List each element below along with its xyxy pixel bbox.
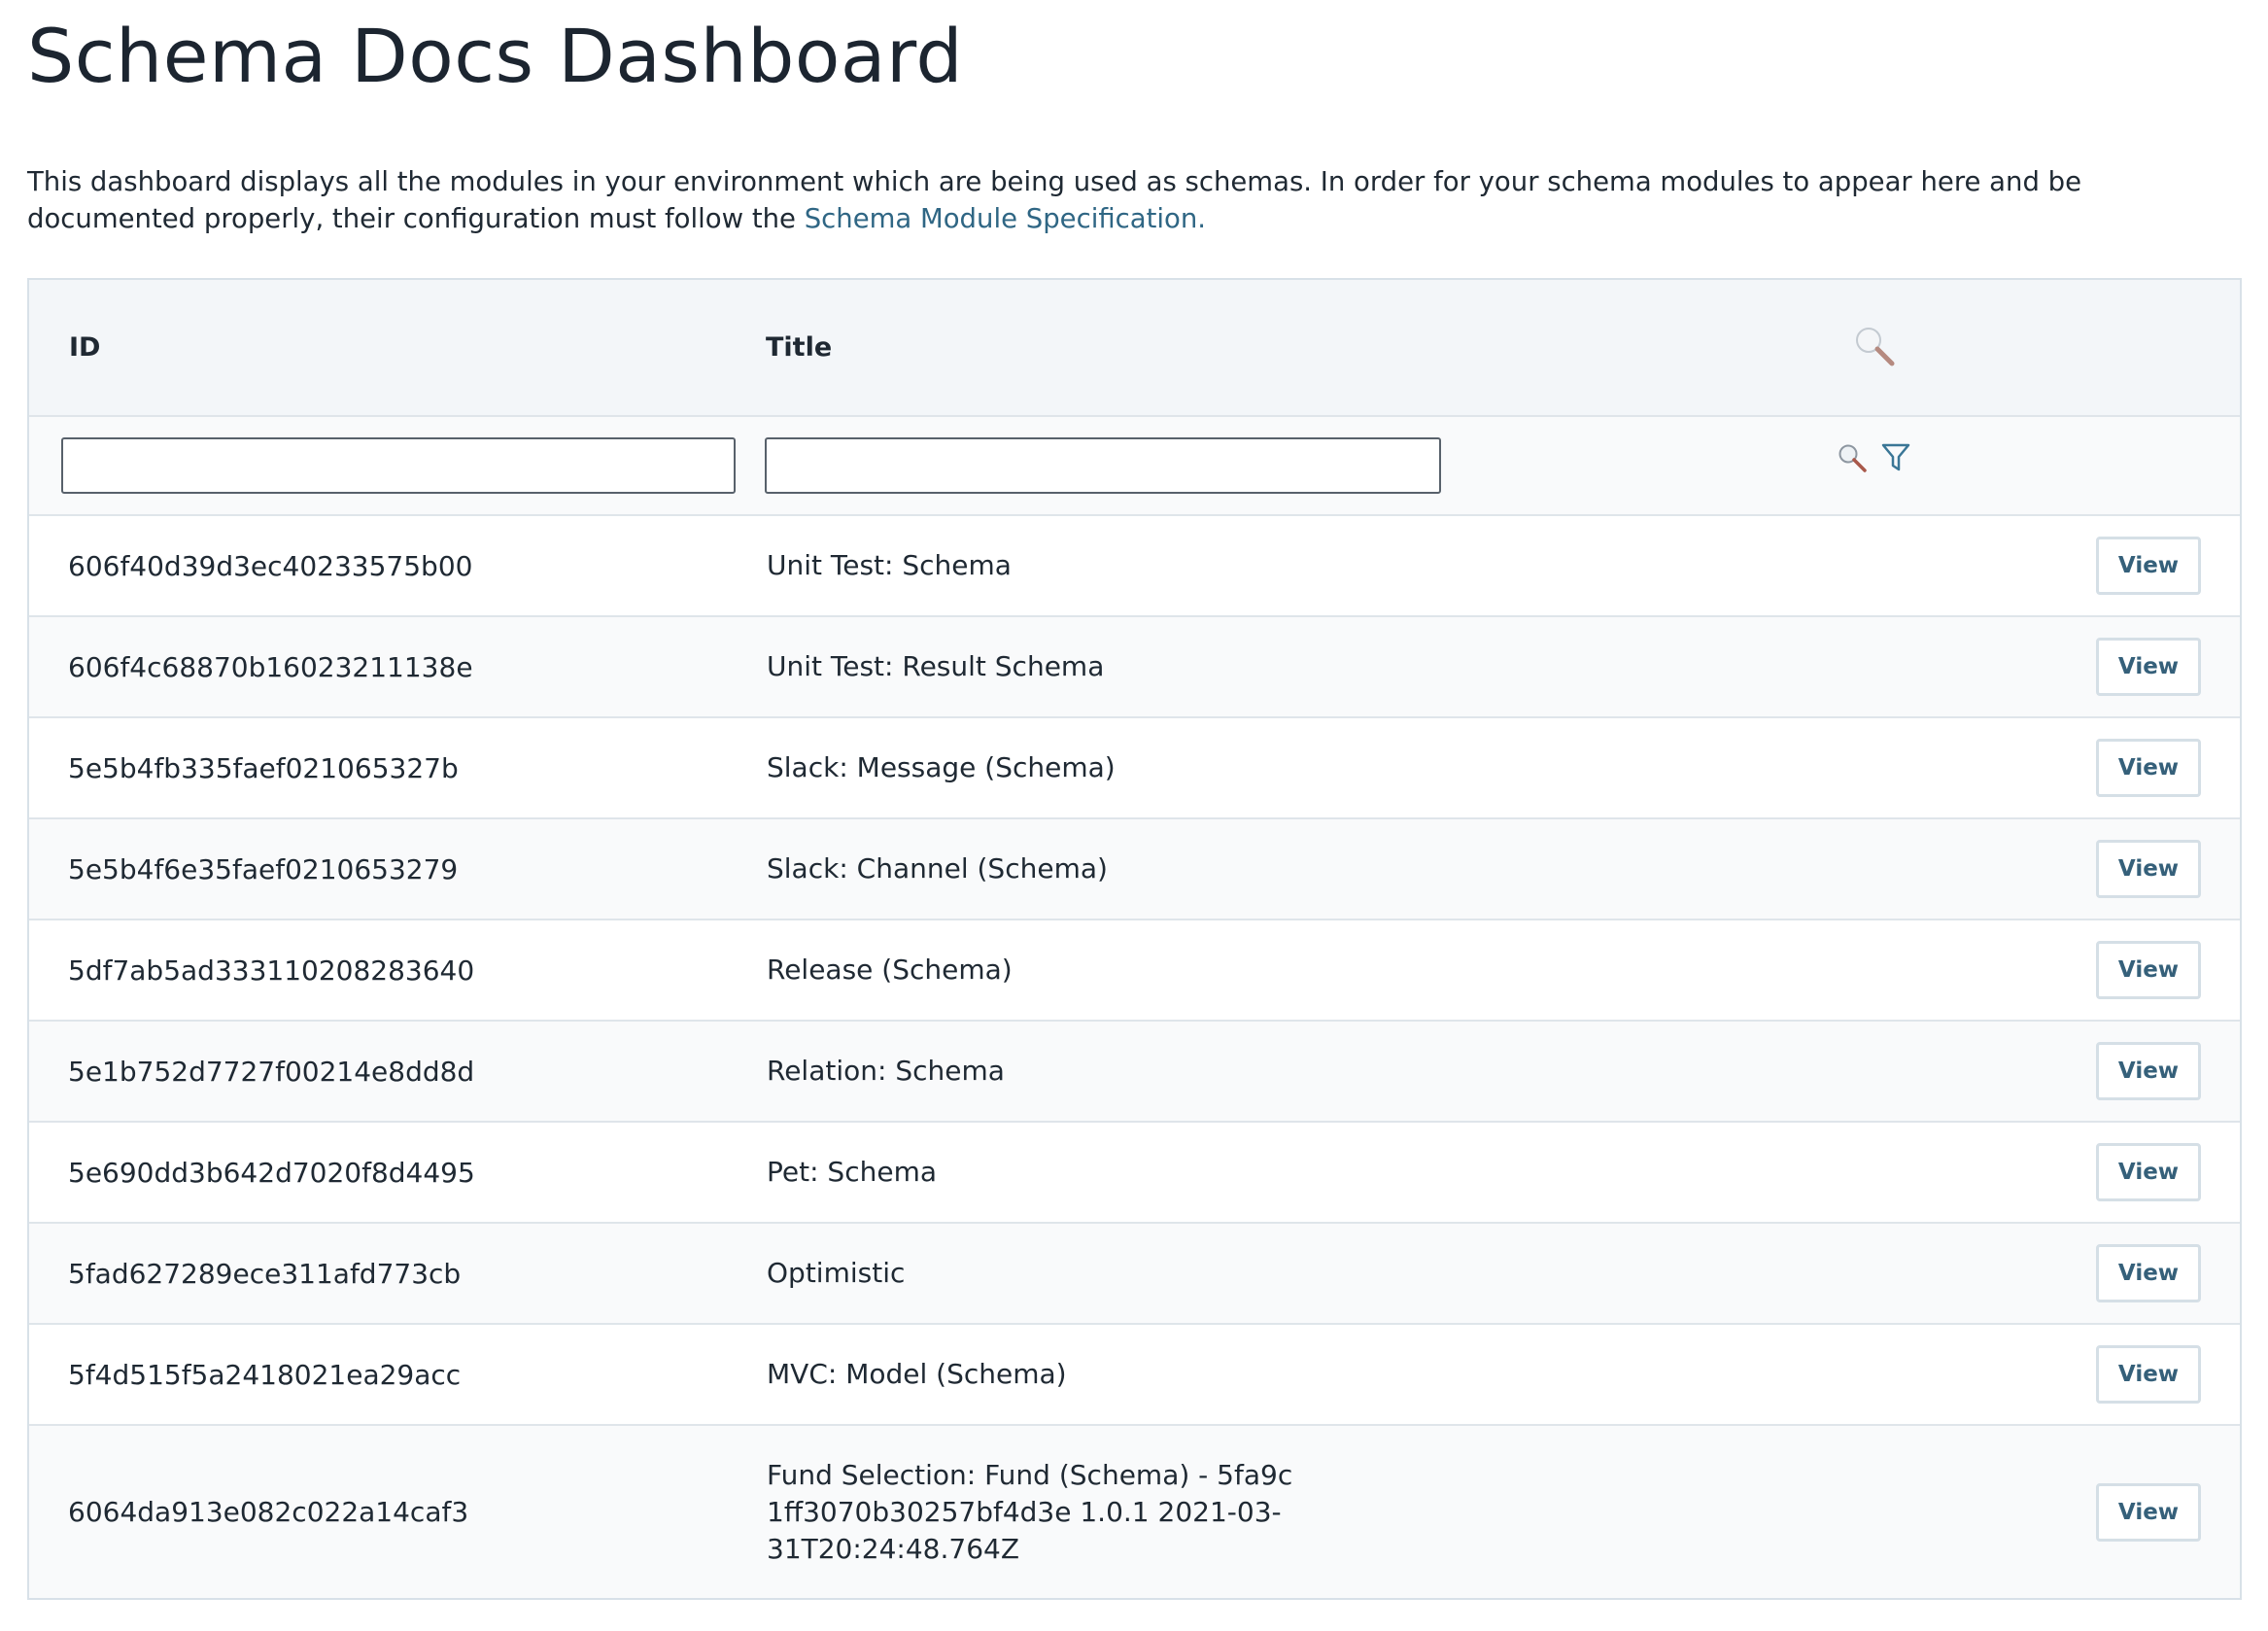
view-button[interactable]: View — [2096, 1244, 2201, 1302]
row-title: Release (Schema) — [767, 954, 1013, 986]
view-button[interactable]: View — [2096, 941, 2201, 999]
view-button[interactable]: View — [2096, 1042, 2201, 1100]
view-button[interactable]: View — [2096, 840, 2201, 898]
row-id: 5df7ab5ad333110208283640 — [68, 954, 475, 987]
view-button[interactable]: View — [2096, 739, 2201, 797]
table-row: 6064da913e082c022a14caf3 Fund Selection:… — [29, 1425, 2240, 1598]
table-row: 606f4c68870b16023211138e Unit Test: Resu… — [29, 616, 2240, 717]
table-row: 5e5b4fb335faef021065327b Slack: Message … — [29, 717, 2240, 818]
table-row: 5f4d515f5a2418021ea29acc MVC: Model (Sch… — [29, 1324, 2240, 1425]
row-id: 5e1b752d7727f00214e8dd8d — [68, 1055, 475, 1088]
row-action: View — [1840, 616, 2240, 717]
row-action: View — [1840, 1021, 2240, 1122]
filter-icon[interactable] — [1880, 441, 1911, 478]
filter-icon-group — [1837, 441, 1911, 478]
row-action: View — [1840, 1223, 2240, 1324]
row-action: View — [1840, 1425, 2240, 1598]
row-action: View — [1840, 1324, 2240, 1425]
schema-spec-link[interactable]: Schema Module Specification. — [805, 203, 1206, 234]
row-title: Pet: Schema — [767, 1156, 937, 1188]
row-id: 5f4d515f5a2418021ea29acc — [68, 1358, 462, 1391]
table-row: 5e1b752d7727f00214e8dd8d Relation: Schem… — [29, 1021, 2240, 1122]
column-header-title[interactable]: Title — [766, 280, 1840, 416]
search-icon[interactable] — [1853, 325, 1896, 371]
schema-table: ID Title 606f40d39d3ec40233575b00 Unit T… — [27, 278, 2242, 1600]
page: Schema Docs Dashboard This dashboard dis… — [27, 0, 2243, 1600]
filter-cell-id — [29, 416, 766, 515]
id-filter-input[interactable] — [61, 437, 736, 494]
view-button[interactable]: View — [2096, 1143, 2201, 1201]
column-header-actions — [1840, 280, 2240, 416]
table-row: 5df7ab5ad333110208283640 Release (Schema… — [29, 920, 2240, 1021]
row-id: 606f40d39d3ec40233575b00 — [68, 549, 473, 582]
row-id: 5e5b4fb335faef021065327b — [68, 751, 459, 784]
row-id: 606f4c68870b16023211138e — [68, 650, 473, 683]
row-action: View — [1840, 515, 2240, 616]
view-button[interactable]: View — [2096, 1345, 2201, 1404]
table-row: 5fad627289ece311afd773cb Optimistic View — [29, 1223, 2240, 1324]
intro-paragraph: This dashboard displays all the modules … — [27, 163, 2233, 237]
table-row: 5e5b4f6e35faef0210653279 Slack: Channel … — [29, 818, 2240, 920]
view-button[interactable]: View — [2096, 537, 2201, 595]
row-title: MVC: Model (Schema) — [767, 1358, 1067, 1390]
view-button[interactable]: View — [2096, 638, 2201, 696]
row-title: Slack: Message (Schema) — [767, 751, 1116, 783]
row-id: 5e5b4f6e35faef0210653279 — [68, 852, 459, 885]
row-title: Relation: Schema — [767, 1055, 1005, 1087]
row-title: Slack: Channel (Schema) — [767, 852, 1108, 885]
row-title: Unit Test: Result Schema — [767, 650, 1105, 682]
row-title: Unit Test: Schema — [767, 549, 1012, 581]
row-id: 5fad627289ece311afd773cb — [68, 1257, 462, 1290]
page-title: Schema Docs Dashboard — [27, 13, 964, 99]
title-filter-input[interactable] — [765, 437, 1441, 494]
row-title: Fund Selection: Fund (Schema) - 5fa9c1ff… — [767, 1458, 1293, 1565]
table-row: 606f40d39d3ec40233575b00 Unit Test: Sche… — [29, 515, 2240, 616]
search-icon[interactable] — [1837, 442, 1868, 477]
view-button[interactable]: View — [2096, 1482, 2201, 1542]
filter-cell-title — [765, 416, 1840, 515]
row-action: View — [1840, 717, 2240, 818]
row-title: Optimistic — [767, 1257, 906, 1289]
table-row: 5e690dd3b642d7020f8d4495 Pet: Schema Vie… — [29, 1122, 2240, 1223]
table-header-row: ID Title — [29, 280, 2240, 416]
row-action: View — [1840, 818, 2240, 920]
column-header-id[interactable]: ID — [29, 280, 766, 416]
row-action: View — [1840, 1122, 2240, 1223]
row-action: View — [1840, 920, 2240, 1021]
row-id: 5e690dd3b642d7020f8d4495 — [68, 1156, 475, 1189]
row-id: 6064da913e082c022a14caf3 — [68, 1496, 469, 1528]
